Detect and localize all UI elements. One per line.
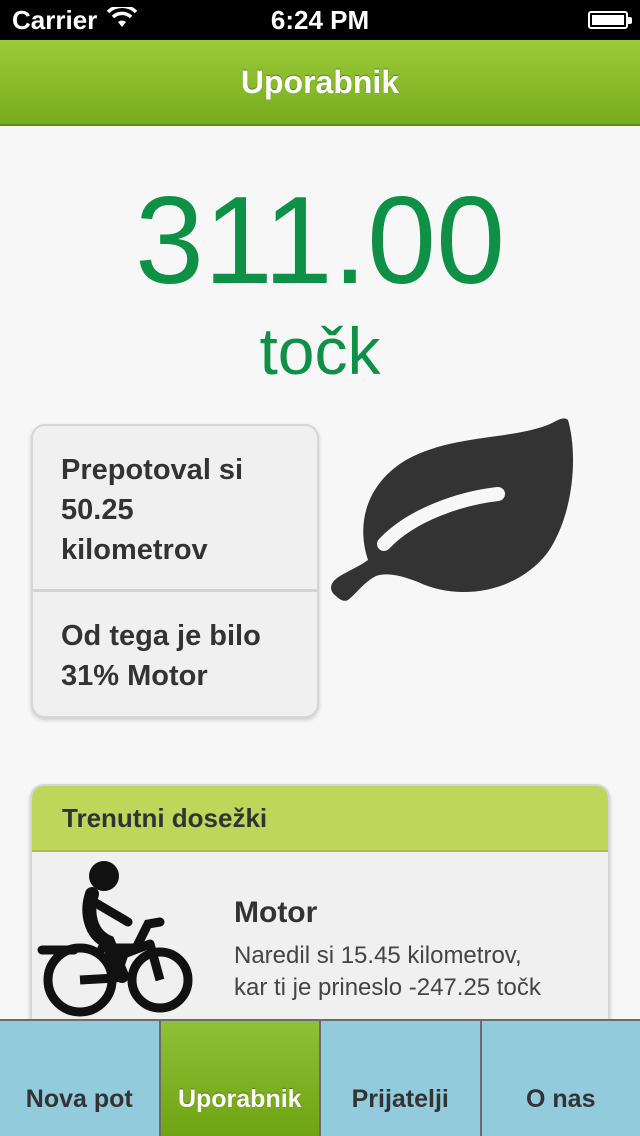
- stats-card: Prepotoval si 50.25 kilometrov Od tega j…: [31, 424, 319, 718]
- tab-bar: Nova pot Uporabnik Prijatelji O nas: [0, 1019, 640, 1136]
- status-bar: Carrier 6:24 PM: [0, 0, 640, 40]
- motorcycle-icon: [32, 858, 202, 1018]
- distance-stat: Prepotoval si 50.25 kilometrov: [33, 426, 317, 592]
- achievements-card: Trenutni dosežki Motor Naredil si 15.45 …: [30, 784, 610, 1020]
- achievements-header: Trenutni dosežki: [32, 786, 608, 852]
- battery-icon: [588, 11, 632, 29]
- tab-o-nas[interactable]: O nas: [481, 1021, 640, 1136]
- share-value: 31% Motor: [61, 660, 208, 692]
- tab-nova-pot[interactable]: Nova pot: [0, 1021, 161, 1136]
- status-left: Carrier: [12, 4, 138, 36]
- tab-prijatelji[interactable]: Prijatelji: [321, 1021, 482, 1136]
- page-title: Uporabnik: [240, 63, 400, 100]
- share-stat: Od tega je bilo 31% Motor: [33, 592, 317, 716]
- leaf-icon: [322, 414, 582, 614]
- carrier-label: Carrier: [12, 4, 98, 35]
- points-value: 311.00: [134, 172, 506, 310]
- points-unit: točk: [259, 314, 381, 388]
- distance-line-1: Prepotoval si: [61, 454, 244, 486]
- achievement-title: Motor: [234, 896, 318, 929]
- achievement-item[interactable]: Motor Naredil si 15.45 kilometrov, kar t…: [32, 852, 608, 1020]
- achievement-description: Naredil si 15.45 kilometrov, kar ti je p…: [234, 940, 594, 1004]
- achievement-desc-line-1: Naredil si 15.45 kilometrov,: [234, 942, 522, 969]
- share-line-1: Od tega je bilo: [61, 620, 261, 652]
- distance-value: 50.25: [61, 494, 134, 526]
- tab-uporabnik[interactable]: Uporabnik: [160, 1021, 321, 1136]
- wifi-icon: [107, 4, 138, 36]
- distance-line-3: kilometrov: [61, 534, 208, 566]
- navigation-bar: Uporabnik: [0, 40, 640, 126]
- achievement-desc-line-2: kar ti je prineslo -247.25 točk: [234, 974, 541, 1001]
- user-content[interactable]: 311.00 točk Prepotoval si 50.25 kilometr…: [0, 126, 640, 1020]
